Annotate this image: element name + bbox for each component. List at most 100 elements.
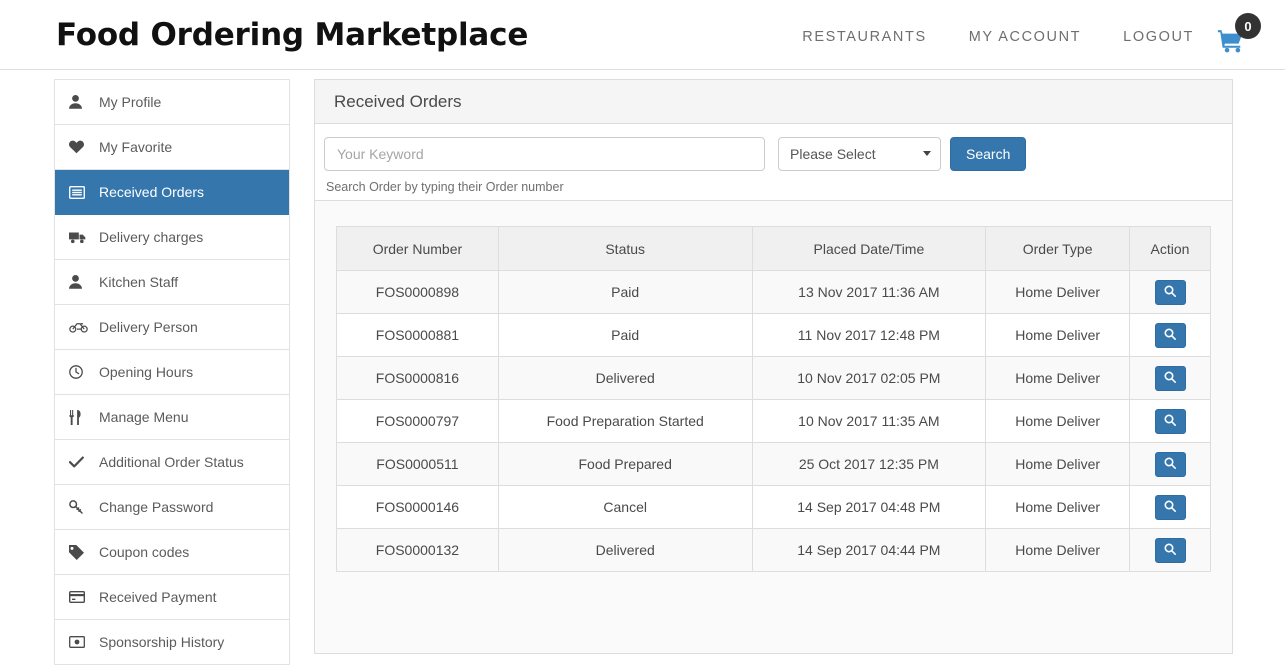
- received-orders-table: Order Number Status Placed Date/Time Ord…: [336, 226, 1211, 572]
- table-row: FOS0000816Delivered10 Nov 2017 02:05 PMH…: [337, 357, 1211, 400]
- table-row: FOS0000898Paid13 Nov 2017 11:36 AMHome D…: [337, 271, 1211, 314]
- magnifier-icon: [1164, 370, 1176, 386]
- cell-status: Food Preparation Started: [498, 400, 752, 443]
- view-order-button[interactable]: [1155, 538, 1186, 563]
- cart-button[interactable]: 0: [1217, 20, 1259, 54]
- view-order-button[interactable]: [1155, 495, 1186, 520]
- nav-link-my-account[interactable]: MY ACCOUNT: [948, 29, 1102, 45]
- cell-action: [1130, 314, 1211, 357]
- cell-status: Delivered: [498, 529, 752, 572]
- sidebar-item-label: Change Password: [95, 499, 213, 515]
- view-order-button[interactable]: [1155, 409, 1186, 434]
- cell-order-number: FOS0000816: [337, 357, 499, 400]
- table-row: FOS0000511Food Prepared25 Oct 2017 12:35…: [337, 443, 1211, 486]
- truck-icon: [69, 231, 95, 244]
- heart-icon: [69, 140, 95, 154]
- tag-icon: [69, 545, 95, 560]
- cell-status: Food Prepared: [498, 443, 752, 486]
- magnifier-icon: [1164, 413, 1176, 429]
- account-sidebar: My Profile My Favorite Received Orders: [54, 79, 290, 665]
- sidebar-item-received-orders[interactable]: Received Orders: [55, 170, 289, 215]
- sidebar-item-label: Manage Menu: [95, 409, 189, 425]
- order-filter-select[interactable]: Please Select: [778, 137, 941, 171]
- check-icon: [69, 456, 95, 468]
- view-order-button[interactable]: [1155, 323, 1186, 348]
- magnifier-icon: [1164, 456, 1176, 472]
- magnifier-icon: [1164, 499, 1176, 515]
- nav-link-restaurants[interactable]: RESTAURANTS: [781, 29, 947, 45]
- column-header-status: Status: [498, 227, 752, 271]
- view-order-button[interactable]: [1155, 280, 1186, 305]
- sidebar-item-change-password[interactable]: Change Password: [55, 485, 289, 530]
- cell-order-type: Home Deliver: [986, 357, 1130, 400]
- cell-order-type: Home Deliver: [986, 314, 1130, 357]
- table-header-row: Order Number Status Placed Date/Time Ord…: [337, 227, 1211, 271]
- sidebar-item-label: My Favorite: [95, 139, 172, 155]
- chevron-down-icon: [923, 151, 931, 156]
- cell-placed-date: 13 Nov 2017 11:36 AM: [752, 271, 986, 314]
- cell-placed-date: 25 Oct 2017 12:35 PM: [752, 443, 986, 486]
- sidebar-item-label: Opening Hours: [95, 364, 193, 380]
- cutlery-icon: [69, 410, 95, 425]
- cell-placed-date: 14 Sep 2017 04:48 PM: [752, 486, 986, 529]
- user-icon: [69, 95, 95, 109]
- sidebar-item-label: Sponsorship History: [95, 634, 224, 650]
- nav-link-logout[interactable]: LOGOUT: [1102, 29, 1215, 45]
- column-header-order-type: Order Type: [986, 227, 1130, 271]
- order-filter-selected-value: Please Select: [790, 146, 876, 162]
- cell-action: [1130, 486, 1211, 529]
- page-body: My Profile My Favorite Received Orders: [0, 70, 1285, 665]
- clock-icon: [69, 365, 95, 379]
- brand-logo: Food Ordering Marketplace: [56, 17, 528, 53]
- sidebar-item-my-favorite[interactable]: My Favorite: [55, 125, 289, 170]
- cell-action: [1130, 400, 1211, 443]
- search-input[interactable]: [324, 137, 765, 171]
- cell-order-number: FOS0000511: [337, 443, 499, 486]
- sidebar-item-delivery-person[interactable]: Delivery Person: [55, 305, 289, 350]
- search-button[interactable]: Search: [950, 137, 1026, 171]
- sidebar-item-kitchen-staff[interactable]: Kitchen Staff: [55, 260, 289, 305]
- cell-status: Cancel: [498, 486, 752, 529]
- sidebar-item-sponsorship-history[interactable]: Sponsorship History: [55, 620, 289, 665]
- sidebar-item-received-payment[interactable]: Received Payment: [55, 575, 289, 620]
- cell-status: Paid: [498, 271, 752, 314]
- sidebar-item-label: My Profile: [95, 94, 161, 110]
- search-help-text: Search Order by typing their Order numbe…: [324, 171, 1223, 194]
- user-icon: [69, 275, 95, 289]
- sidebar-item-additional-order-status[interactable]: Additional Order Status: [55, 440, 289, 485]
- money-bill-icon: [69, 636, 95, 648]
- orders-table-body: FOS0000898Paid13 Nov 2017 11:36 AMHome D…: [337, 271, 1211, 572]
- magnifier-icon: [1164, 284, 1176, 300]
- sidebar-item-delivery-charges[interactable]: Delivery charges: [55, 215, 289, 260]
- magnifier-icon: [1164, 327, 1176, 343]
- cell-order-type: Home Deliver: [986, 486, 1130, 529]
- cell-order-type: Home Deliver: [986, 400, 1130, 443]
- cell-placed-date: 10 Nov 2017 02:05 PM: [752, 357, 986, 400]
- table-row: FOS0000797Food Preparation Started10 Nov…: [337, 400, 1211, 443]
- magnifier-icon: [1164, 542, 1176, 558]
- sidebar-item-label: Additional Order Status: [95, 454, 244, 470]
- received-orders-panel: Received Orders Please Select Search Sea…: [314, 79, 1233, 654]
- view-order-button[interactable]: [1155, 452, 1186, 477]
- sidebar-item-my-profile[interactable]: My Profile: [55, 80, 289, 125]
- cell-placed-date: 11 Nov 2017 12:48 PM: [752, 314, 986, 357]
- list-card-icon: [69, 186, 95, 199]
- cart-count-badge: 0: [1235, 13, 1261, 39]
- main-navigation: RESTAURANTS MY ACCOUNT LOGOUT 0: [781, 20, 1259, 54]
- cell-action: [1130, 529, 1211, 572]
- table-row: FOS0000881Paid11 Nov 2017 12:48 PMHome D…: [337, 314, 1211, 357]
- sidebar-item-manage-menu[interactable]: Manage Menu: [55, 395, 289, 440]
- cell-action: [1130, 443, 1211, 486]
- cell-order-type: Home Deliver: [986, 529, 1130, 572]
- sidebar-item-coupon-codes[interactable]: Coupon codes: [55, 530, 289, 575]
- bicycle-icon: [69, 321, 95, 333]
- cell-order-type: Home Deliver: [986, 443, 1130, 486]
- site-header: Food Ordering Marketplace RESTAURANTS MY…: [0, 0, 1285, 70]
- sidebar-item-label: Delivery Person: [95, 319, 198, 335]
- sidebar-item-opening-hours[interactable]: Opening Hours: [55, 350, 289, 395]
- search-bar: Please Select Search Search Order by typ…: [315, 124, 1232, 201]
- cell-order-number: FOS0000881: [337, 314, 499, 357]
- view-order-button[interactable]: [1155, 366, 1186, 391]
- sidebar-item-label: Delivery charges: [95, 229, 203, 245]
- sidebar-item-label: Coupon codes: [95, 544, 189, 560]
